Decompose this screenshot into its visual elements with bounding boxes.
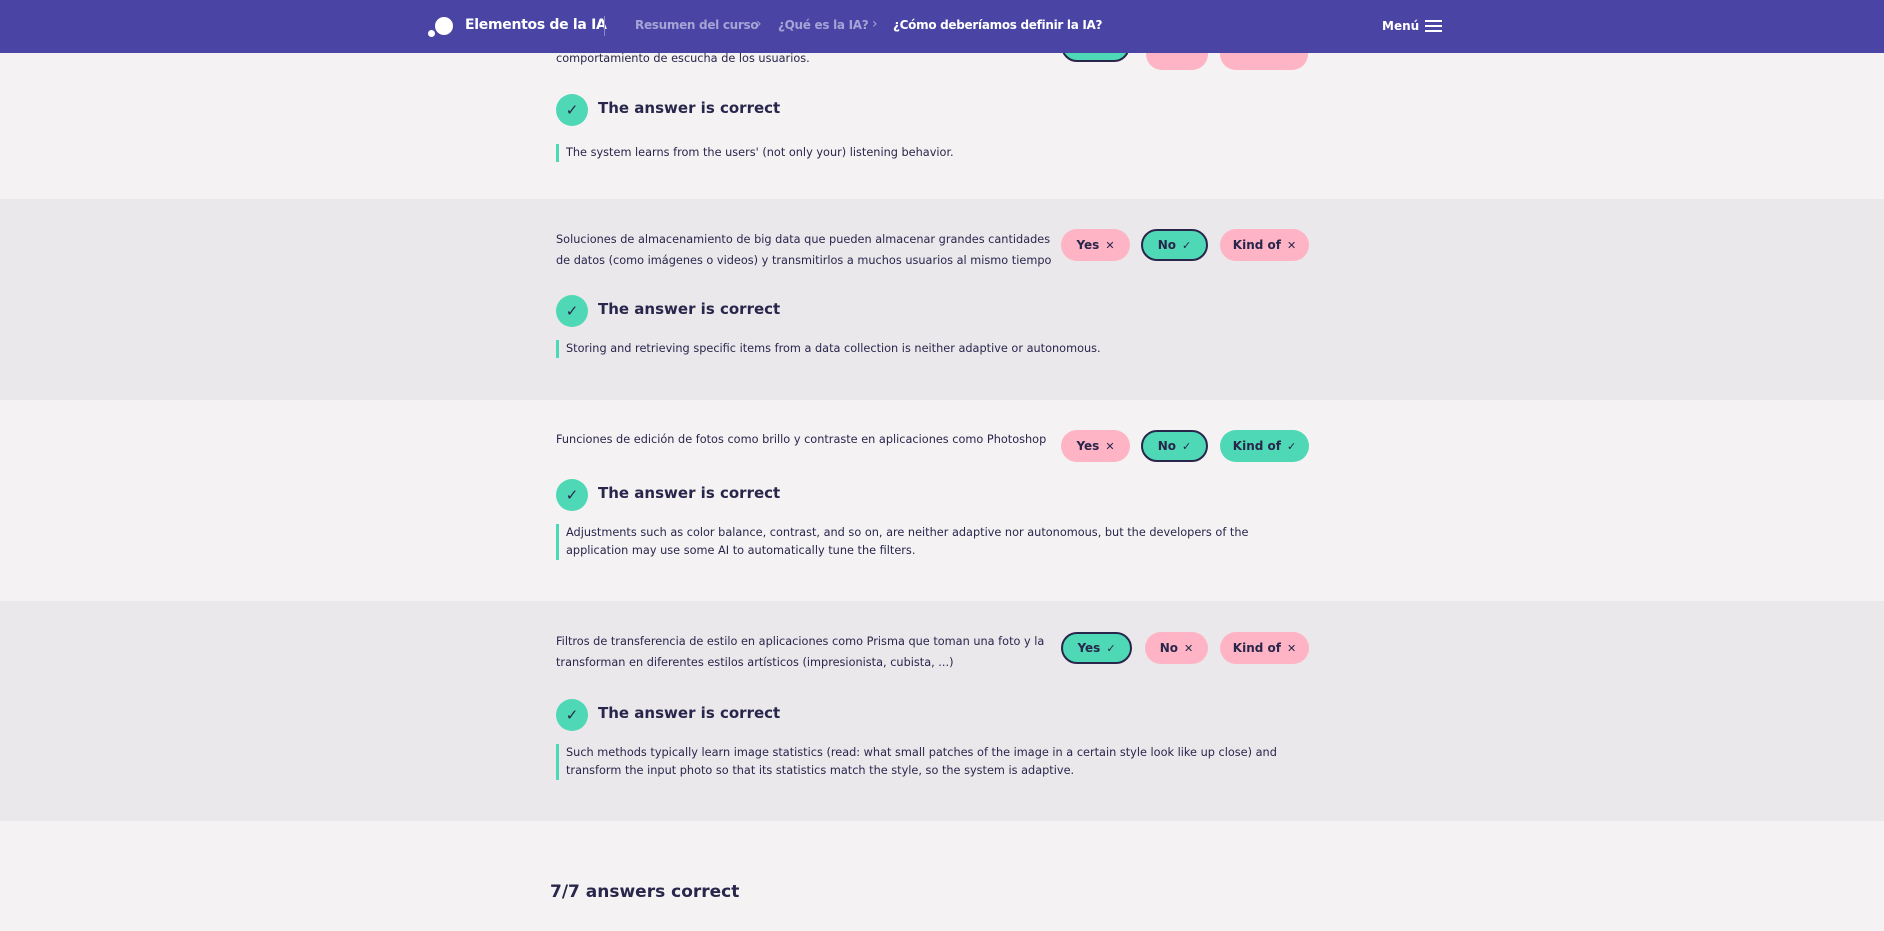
option-button-no[interactable]: No ✓	[1141, 430, 1208, 462]
explanation-text: Storing and retrieving specific items fr…	[556, 340, 1312, 358]
top-navigation-bar: Elementos de la IA Resumen del curso › ¿…	[0, 0, 1884, 53]
option-button-yes[interactable]: Yes ✕	[1061, 229, 1130, 261]
option-button-kind-of[interactable]: Kind of ✓	[1220, 430, 1309, 462]
checkmark-icon: ✓	[556, 295, 588, 327]
option-button-kind-of[interactable]: Kind of ✕	[1220, 229, 1309, 261]
option-button-yes[interactable]: Yes ✕	[1061, 430, 1130, 462]
hamburger-menu-icon[interactable]	[1425, 20, 1442, 33]
option-button-kind-of[interactable]: Kind of ✕	[1220, 632, 1309, 664]
option-button-no[interactable]: No ✓	[1141, 229, 1208, 261]
result-text: The answer is correct	[598, 99, 781, 117]
chevron-right-icon: ›	[756, 16, 762, 32]
brand-title[interactable]: Elementos de la IA	[465, 17, 607, 33]
option-button-yes[interactable]: Yes ✓	[1061, 632, 1132, 664]
logo-icon[interactable]	[428, 16, 454, 38]
check-icon: ✓	[1182, 439, 1192, 453]
option-button-no[interactable]: No ✕	[1145, 632, 1208, 664]
cross-icon: ✕	[1286, 238, 1297, 252]
explanation-text: Such methods typically learn image stati…	[556, 744, 1312, 780]
check-icon: ✓	[1106, 641, 1116, 655]
cross-icon: ✕	[1286, 641, 1297, 655]
cross-icon: ✕	[1184, 641, 1194, 655]
explanation-text: The system learns from the users' (not o…	[556, 144, 1312, 162]
explanation-text: Adjustments such as color balance, contr…	[556, 524, 1312, 560]
breadcrumb-course-summary[interactable]: Resumen del curso	[635, 18, 759, 32]
quiz-item-1: Soluciones de almacenamiento de big data…	[0, 199, 1884, 400]
checkmark-icon: ✓	[556, 479, 588, 511]
cross-icon: ✕	[1105, 238, 1115, 252]
check-icon: ✓	[1182, 238, 1192, 252]
cross-icon: ✕	[1105, 439, 1115, 453]
score-summary: 7/7 answers correct	[550, 882, 740, 902]
result-text: The answer is correct	[598, 300, 781, 318]
result-text: The answer is correct	[598, 704, 781, 722]
result-text: The answer is correct	[598, 484, 781, 502]
check-icon: ✓	[1286, 439, 1297, 453]
question-text: Filtros de transferencia de estilo en ap…	[556, 635, 1045, 669]
question-text: Soluciones de almacenamiento de big data…	[556, 233, 1052, 267]
quiz-item-3: Filtros de transferencia de estilo en ap…	[0, 601, 1884, 821]
question-text: Funciones de edición de fotos como brill…	[556, 433, 1047, 446]
checkmark-icon: ✓	[556, 94, 588, 126]
quiz-item-2: Funciones de edición de fotos como brill…	[0, 400, 1884, 601]
chevron-right-icon: ›	[872, 16, 878, 32]
breadcrumb-current-page: ¿Cómo deberíamos definir la IA?	[893, 18, 1103, 32]
breadcrumb-what-is-ai[interactable]: ¿Qué es la IA?	[778, 18, 869, 32]
menu-label[interactable]: Menú	[1382, 19, 1419, 33]
checkmark-icon: ✓	[556, 699, 588, 731]
nav-divider	[604, 16, 605, 36]
